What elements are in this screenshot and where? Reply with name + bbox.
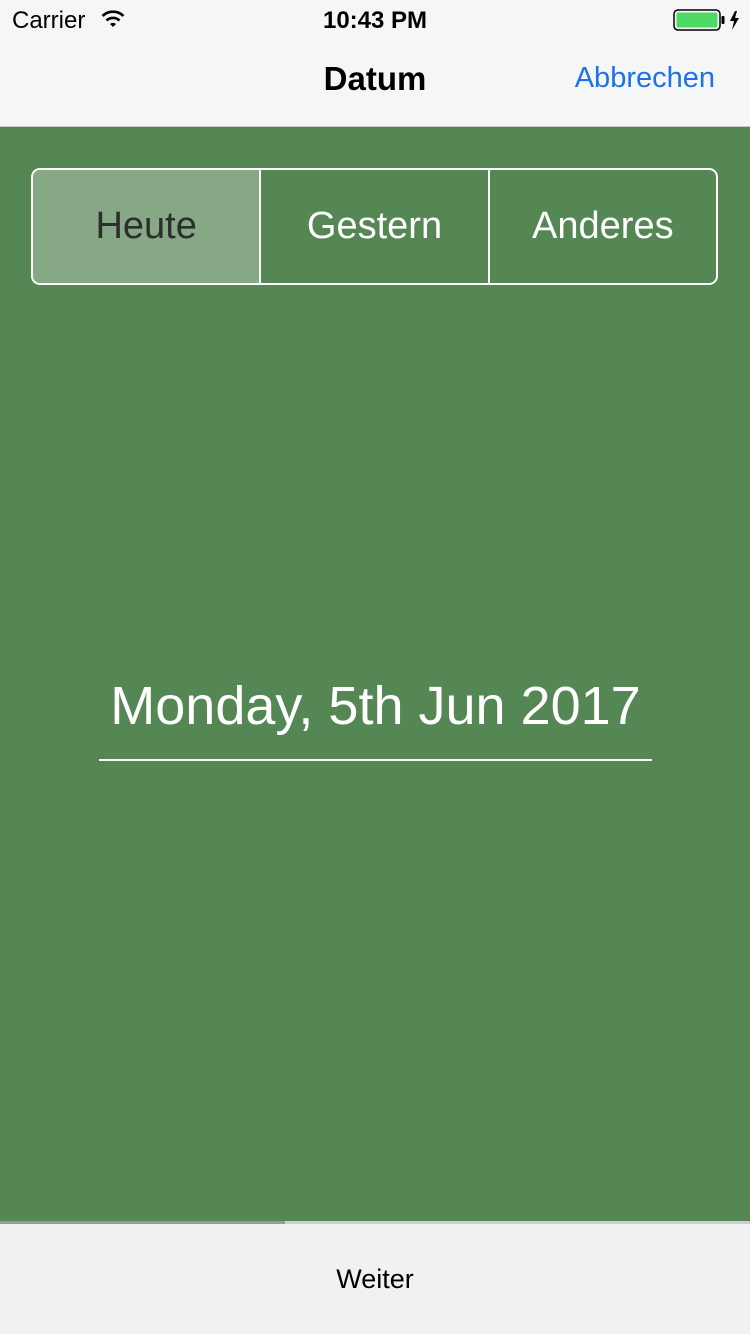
battery-charging-icon (673, 9, 743, 36)
date-underline (99, 759, 652, 761)
segment-other[interactable]: Anderes (487, 170, 716, 283)
next-button[interactable]: Weiter (336, 1264, 414, 1295)
status-time: 10:43 PM (322, 7, 428, 34)
date-field[interactable]: Monday, 5th Jun 2017 (99, 675, 652, 737)
date-selection-panel: Heute Gestern Anderes Monday, 5th Jun 20… (0, 127, 750, 1223)
footer: Weiter (0, 1224, 750, 1334)
segment-today[interactable]: Heute (33, 170, 260, 283)
navigation-bar: Datum Abbrechen (0, 40, 750, 127)
date-segmented-control: Heute Gestern Anderes (31, 168, 718, 285)
status-bar: Carrier 10:43 PM (0, 0, 750, 40)
cancel-button[interactable]: Abbrechen (575, 62, 715, 95)
segment-yesterday[interactable]: Gestern (259, 170, 487, 283)
